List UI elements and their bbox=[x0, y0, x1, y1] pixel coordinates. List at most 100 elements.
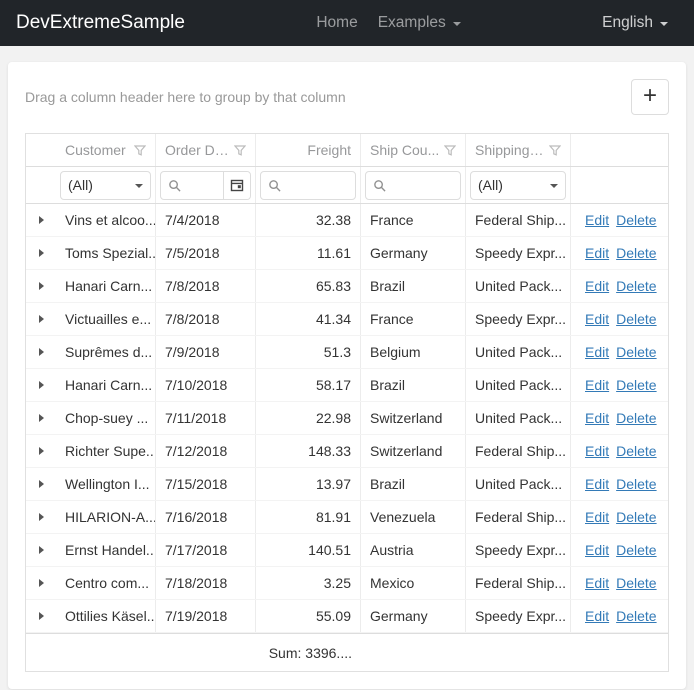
expand-row-icon[interactable] bbox=[39, 348, 44, 356]
row-actions: Edit Delete bbox=[571, 270, 668, 302]
filter-cell-order-date bbox=[156, 167, 256, 203]
shipping-company-cell: Speedy Expr... bbox=[466, 237, 571, 269]
edit-link[interactable]: Edit bbox=[585, 311, 609, 327]
expand-cell bbox=[26, 303, 56, 335]
expand-cell bbox=[26, 336, 56, 368]
edit-link[interactable]: Edit bbox=[585, 542, 609, 558]
navbar-brand[interactable]: DevExtremeSample bbox=[16, 12, 185, 34]
expand-row-icon[interactable] bbox=[39, 414, 44, 422]
expand-row-icon[interactable] bbox=[39, 579, 44, 587]
delete-link[interactable]: Delete bbox=[616, 476, 656, 492]
calendar-icon[interactable] bbox=[223, 172, 250, 199]
edit-link[interactable]: Edit bbox=[585, 509, 609, 525]
ship-country-cell: Venezuela bbox=[361, 501, 466, 533]
shipping-company-cell: United Pack... bbox=[466, 270, 571, 302]
edit-link[interactable]: Edit bbox=[585, 344, 609, 360]
delete-link[interactable]: Delete bbox=[616, 377, 656, 393]
delete-link[interactable]: Delete bbox=[616, 344, 656, 360]
edit-link[interactable]: Edit bbox=[585, 212, 609, 228]
shipping-company-cell: Federal Ship... bbox=[466, 204, 571, 236]
delete-link[interactable]: Delete bbox=[616, 245, 656, 261]
filter-icon[interactable] bbox=[134, 145, 146, 156]
expand-row-icon[interactable] bbox=[39, 381, 44, 389]
edit-link[interactable]: Edit bbox=[585, 245, 609, 261]
group-panel[interactable]: Drag a column header here to group by th… bbox=[25, 89, 346, 105]
expand-row-icon[interactable] bbox=[39, 513, 44, 521]
order-date-cell: 7/19/2018 bbox=[156, 600, 256, 632]
delete-link[interactable]: Delete bbox=[616, 608, 656, 624]
expand-row-icon[interactable] bbox=[39, 546, 44, 554]
order-date-cell: 7/9/2018 bbox=[156, 336, 256, 368]
expand-row-icon[interactable] bbox=[39, 480, 44, 488]
table-row: Richter Supe... 7/12/2018 148.33 Switzer… bbox=[26, 435, 668, 468]
shipping-filter-select[interactable]: (All) bbox=[470, 171, 566, 200]
filter-icon[interactable] bbox=[234, 145, 246, 156]
column-header-freight-label: Freight bbox=[307, 142, 351, 158]
expand-cell bbox=[26, 435, 56, 467]
table-row: Vins et alcoo... 7/4/2018 32.38 France F… bbox=[26, 204, 668, 237]
content-card: Drag a column header here to group by th… bbox=[8, 62, 686, 689]
ship-country-cell: Brazil bbox=[361, 468, 466, 500]
ship-country-filter-input[interactable] bbox=[365, 171, 461, 200]
delete-link[interactable]: Delete bbox=[616, 410, 656, 426]
freight-cell: 32.38 bbox=[256, 204, 361, 236]
delete-link[interactable]: Delete bbox=[616, 212, 656, 228]
shipping-company-cell: United Pack... bbox=[466, 402, 571, 434]
nav-item-examples[interactable]: Examples bbox=[368, 14, 471, 32]
column-header-freight[interactable]: Freight bbox=[256, 134, 361, 166]
language-selector[interactable]: English bbox=[592, 14, 678, 32]
delete-link[interactable]: Delete bbox=[616, 575, 656, 591]
column-header-shipping-company[interactable]: Shipping ... bbox=[466, 134, 571, 166]
customer-filter-select[interactable]: (All) bbox=[60, 171, 151, 200]
ship-country-cell: Switzerland bbox=[361, 435, 466, 467]
customer-cell: Wellington I... bbox=[56, 468, 156, 500]
edit-link[interactable]: Edit bbox=[585, 443, 609, 459]
column-header-customer[interactable]: Customer bbox=[56, 134, 156, 166]
order-date-cell: 7/16/2018 bbox=[156, 501, 256, 533]
delete-link[interactable]: Delete bbox=[616, 542, 656, 558]
expand-row-icon[interactable] bbox=[39, 315, 44, 323]
nav-item-home[interactable]: Home bbox=[306, 14, 367, 32]
edit-link[interactable]: Edit bbox=[585, 377, 609, 393]
expand-row-icon[interactable] bbox=[39, 612, 44, 620]
ship-country-cell: Germany bbox=[361, 600, 466, 632]
edit-link[interactable]: Edit bbox=[585, 278, 609, 294]
data-grid: Customer Order Date Freight Ship Cou... … bbox=[25, 133, 669, 672]
ship-country-cell: France bbox=[361, 204, 466, 236]
customer-filter-value: (All) bbox=[68, 177, 93, 193]
freight-cell: 81.91 bbox=[256, 501, 361, 533]
ship-country-cell: France bbox=[361, 303, 466, 335]
shipping-company-cell: United Pack... bbox=[466, 336, 571, 368]
edit-link[interactable]: Edit bbox=[585, 410, 609, 426]
delete-link[interactable]: Delete bbox=[616, 311, 656, 327]
row-actions: Edit Delete bbox=[571, 435, 668, 467]
edit-link[interactable]: Edit bbox=[585, 575, 609, 591]
delete-link[interactable]: Delete bbox=[616, 278, 656, 294]
table-row: Ernst Handel... 7/17/2018 140.51 Austria… bbox=[26, 534, 668, 567]
edit-link[interactable]: Edit bbox=[585, 476, 609, 492]
filter-icon[interactable] bbox=[549, 145, 561, 156]
freight-filter-input[interactable] bbox=[260, 171, 356, 200]
column-header-order-date[interactable]: Order Date bbox=[156, 134, 256, 166]
expand-row-icon[interactable] bbox=[39, 249, 44, 257]
ship-country-cell: Mexico bbox=[361, 567, 466, 599]
customer-cell: Vins et alcoo... bbox=[56, 204, 156, 236]
shipping-company-cell: United Pack... bbox=[466, 468, 571, 500]
add-row-button[interactable]: + bbox=[631, 79, 669, 115]
order-date-filter-input[interactable] bbox=[160, 171, 251, 200]
expand-row-icon[interactable] bbox=[39, 447, 44, 455]
column-header-ship-country[interactable]: Ship Cou... bbox=[361, 134, 466, 166]
delete-link[interactable]: Delete bbox=[616, 443, 656, 459]
edit-link[interactable]: Edit bbox=[585, 608, 609, 624]
order-date-cell: 7/17/2018 bbox=[156, 534, 256, 566]
freight-sum-total: Sum: 3396.... bbox=[256, 634, 361, 671]
freight-cell: 11.61 bbox=[256, 237, 361, 269]
chevron-down-icon bbox=[453, 22, 461, 26]
delete-link[interactable]: Delete bbox=[616, 509, 656, 525]
ship-country-cell: Belgium bbox=[361, 336, 466, 368]
expand-row-icon[interactable] bbox=[39, 282, 44, 290]
expand-row-icon[interactable] bbox=[39, 216, 44, 224]
customer-cell: Hanari Carn... bbox=[56, 270, 156, 302]
filter-icon[interactable] bbox=[444, 145, 456, 156]
row-actions: Edit Delete bbox=[571, 204, 668, 236]
